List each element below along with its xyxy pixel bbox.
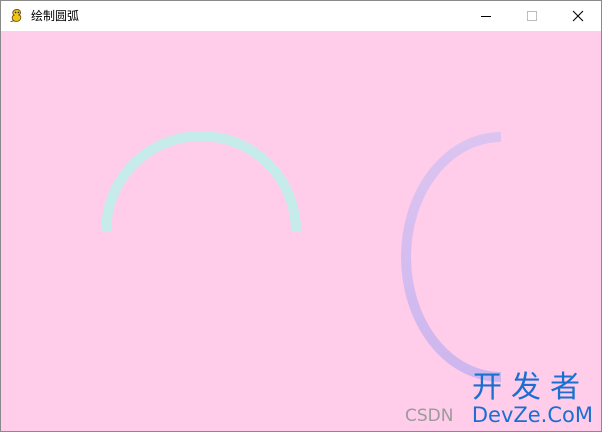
minimize-button[interactable] (463, 1, 509, 31)
minimize-icon (481, 16, 491, 17)
maximize-icon (527, 11, 537, 21)
window-title: 绘制圆弧 (31, 9, 80, 23)
close-button[interactable] (555, 1, 601, 31)
watermark-kaifazhe: 开发者 (472, 370, 589, 405)
drawing-canvas: 开发者 CSDN DevZe.CoM (1, 31, 601, 431)
watermark-devze: DevZe.CoM (471, 403, 593, 427)
title-bar[interactable]: 绘制圆弧 (1, 1, 601, 31)
upper-semicircle-arc (101, 131, 301, 232)
watermark-csdn: CSDN (405, 406, 454, 426)
close-icon (572, 10, 584, 22)
app-window: 绘制圆弧 开发者 CSDN DevZe.CoM (0, 0, 602, 432)
pygame-snake-icon (10, 9, 22, 22)
maximize-button[interactable] (509, 1, 555, 31)
left-semicircle-arc (401, 132, 502, 382)
watermark: 开发者 CSDN DevZe.CoM (397, 370, 597, 428)
